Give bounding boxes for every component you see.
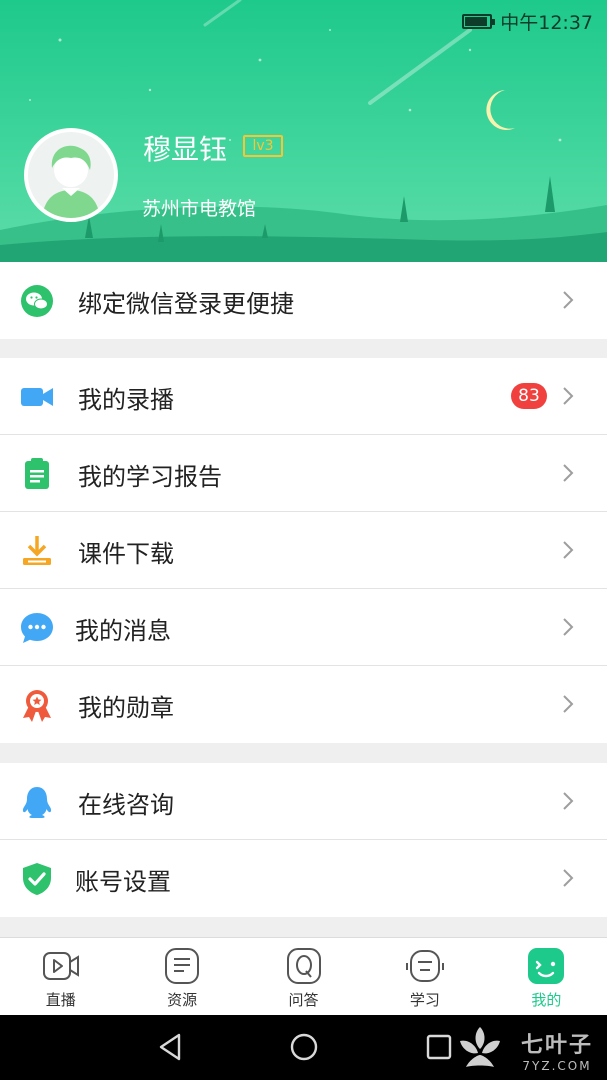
chevron-right-icon: [563, 291, 574, 309]
recents-square-icon[interactable]: [424, 1031, 454, 1063]
battery-icon: [462, 14, 496, 29]
count-badge: 83: [511, 383, 547, 409]
download-tray-icon: [23, 536, 51, 565]
menu-item-messages[interactable]: 我的消息: [0, 589, 607, 666]
smile-face-icon: [528, 948, 565, 984]
question-q-icon: [286, 948, 321, 984]
bind-wechat-label: 绑定微信登录更便捷: [78, 290, 294, 318]
chevron-right-icon: [563, 464, 574, 482]
home-circle-icon[interactable]: [288, 1031, 320, 1063]
system-nav-bar: 七叶子 7YZ.COM: [0, 1015, 607, 1080]
robot-face-icon: [405, 950, 444, 982]
chevron-right-icon: [563, 869, 574, 887]
bind-wechat-row[interactable]: 绑定微信登录更便捷: [0, 262, 607, 339]
user-organization: 苏州市电教馆: [142, 198, 257, 220]
menu-item-online-consult[interactable]: 在线咨询: [0, 763, 607, 840]
chevron-right-icon: [563, 792, 574, 810]
chevron-right-icon: [563, 541, 574, 559]
menu-item-account-settings[interactable]: 账号设置: [0, 840, 607, 917]
menu-item-medals[interactable]: 我的勋章: [0, 666, 607, 743]
tab-label: 资源: [167, 991, 198, 1009]
video-camera-icon: [21, 388, 53, 406]
user-name: 穆显钰: [143, 133, 228, 166]
watermark-name: 七叶子: [520, 1033, 593, 1058]
tab-qa[interactable]: 问答: [243, 938, 364, 1015]
back-triangle-icon[interactable]: [155, 1031, 185, 1063]
chevron-right-icon: [563, 695, 574, 713]
tab-live[interactable]: 直播: [0, 938, 121, 1015]
tab-mine[interactable]: 我的: [486, 938, 607, 1015]
chevron-right-icon: [563, 618, 574, 636]
menu-item-recordings[interactable]: 我的录播 83: [0, 358, 607, 435]
menu-item-label: 课件下载: [78, 540, 174, 568]
menu-item-label: 我的消息: [75, 617, 171, 645]
chat-bubble-icon: [21, 613, 53, 643]
bottom-tab-bar: 直播 资源 问答 学习 我的: [0, 937, 607, 1015]
avatar[interactable]: [24, 128, 118, 222]
menu-item-label: 我的录播: [78, 386, 174, 414]
qq-penguin-icon: [22, 787, 52, 818]
medal-icon: [23, 690, 51, 722]
clipboard-report-icon: [25, 458, 49, 489]
chevron-right-icon: [563, 387, 574, 405]
tab-label: 直播: [45, 991, 76, 1009]
watermark-leaf-logo: [460, 1027, 500, 1067]
level-badge: lv3: [243, 135, 283, 157]
tab-study[interactable]: 学习: [364, 938, 485, 1015]
menu-item-label: 我的学习报告: [78, 463, 222, 491]
tab-label: 我的: [531, 991, 562, 1009]
watermark: 七叶子 7YZ.COM: [521, 1027, 593, 1073]
live-play-icon: [42, 952, 79, 980]
status-bar: 中午12:37: [462, 8, 593, 35]
wechat-icon: [21, 285, 53, 317]
menu-item-label: 在线咨询: [78, 791, 174, 819]
menu-item-courseware-download[interactable]: 课件下载: [0, 512, 607, 589]
menu-group-1: 我的录播 83 我的学习报告 课件下载 我的消息 我的勋章: [0, 358, 607, 743]
menu-item-study-report[interactable]: 我的学习报告: [0, 435, 607, 512]
profile-header: 中午12:37 穆显钰 lv3 苏州市电教馆: [0, 0, 607, 262]
status-time: 中午12:37: [500, 12, 593, 34]
document-icon: [165, 948, 200, 984]
shield-check-icon: [23, 863, 51, 895]
tab-resources[interactable]: 资源: [121, 938, 242, 1015]
bind-group: 绑定微信登录更便捷: [0, 262, 607, 339]
watermark-domain: 7YZ.COM: [522, 1059, 592, 1073]
menu-group-2: 在线咨询 账号设置: [0, 763, 607, 917]
profile-screen: 中午12:37 穆显钰 lv3 苏州市电教馆 绑定微信登录更便捷 我的录播 83…: [0, 0, 607, 1080]
tab-label: 问答: [288, 991, 319, 1009]
menu-item-label: 账号设置: [75, 868, 171, 896]
tab-label: 学习: [409, 991, 440, 1009]
user-avatar-icon: [42, 145, 100, 218]
menu-item-label: 我的勋章: [78, 694, 174, 722]
night-sky-illustration: [0, 0, 607, 262]
